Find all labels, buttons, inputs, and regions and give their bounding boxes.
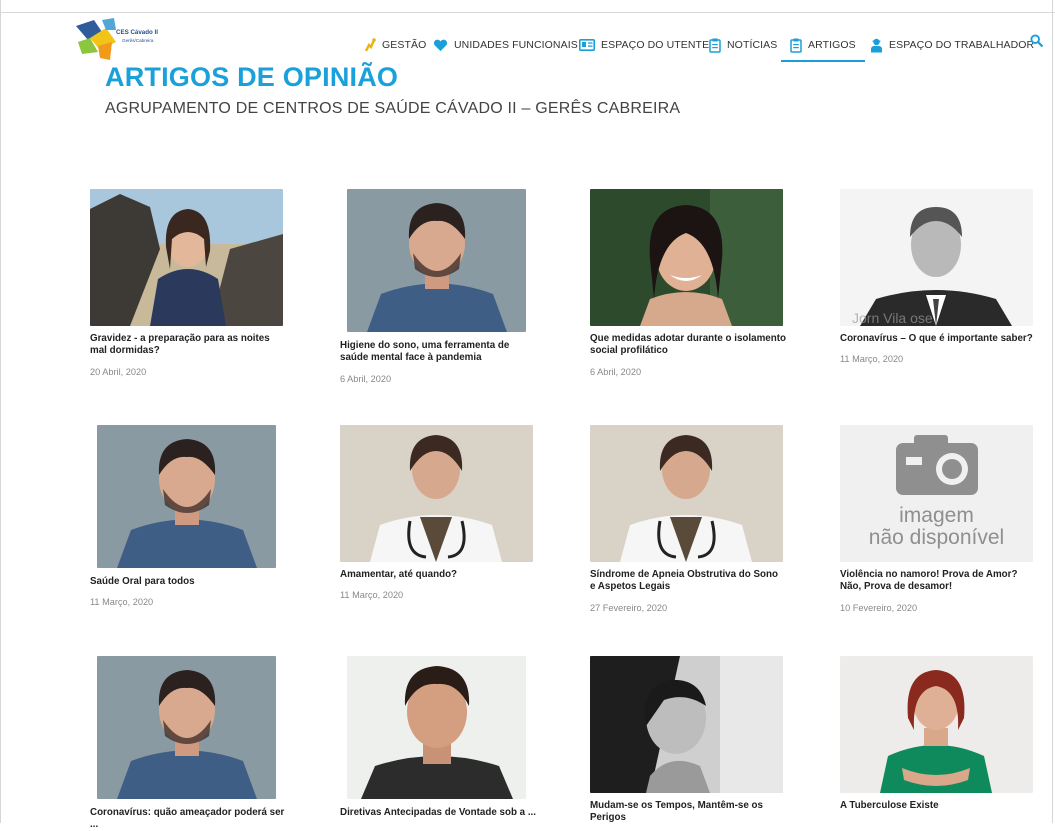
article-date: 20 Abril, 2020 [90,367,147,377]
placeholder-line2: não disponível [868,526,1005,549]
site-logo[interactable]: CES Cávado II Gerês/Cabreira [72,16,172,62]
placeholder-line1: imagem [899,504,974,527]
article-thumbnail[interactable] [840,656,1033,793]
nav-item-espaco-do-utente[interactable]: ESPAÇO DO UTENTE [579,30,709,60]
nav-label: UNIDADES FUNCIONAIS [454,39,578,51]
page-title: ARTIGOS DE OPINIÃO [105,62,399,92]
search-icon [1030,34,1043,47]
id-card-icon [579,39,595,51]
article-title[interactable]: Síndrome de Apneia Obstrutiva do Sono e … [590,569,786,593]
nav-item-unidades-funcionais[interactable]: UNIDADES FUNCIONAIS [433,30,578,60]
article-thumbnail[interactable] [90,189,283,326]
nav-label: GESTÃO [382,39,427,51]
nav-item-noticias[interactable]: NOTÍCIAS [709,30,777,60]
article-thumbnail[interactable] [347,189,526,332]
article-thumbnail[interactable] [340,425,533,562]
article-title[interactable]: Higiene do sono, uma ferramenta de saúde… [340,340,536,364]
main-nav: GESTÃO UNIDADES FUNCIONAIS ESPAÇO DO UTE… [360,30,1055,62]
article-thumbnail[interactable] [590,189,783,326]
nav-label: ESPAÇO DO UTENTE [601,39,710,51]
worker-icon [871,38,882,52]
logo-line2: Gerês/Cabreira [122,38,154,43]
search-button[interactable] [1030,34,1043,52]
article-title[interactable]: Mudam-se os Tempos, Mantêm-se os Perigos [590,800,786,824]
article-title[interactable]: Coronavírus – O que é importante saber? [840,333,1036,345]
page-subtitle: AGRUPAMENTO DE CENTROS DE SAÚDE CÁVADO I… [105,100,681,117]
nav-label: NOTÍCIAS [727,39,778,51]
article-title[interactable]: Coronavírus: quão ameaçador poderá ser .… [90,807,286,831]
article-date: 6 Abril, 2020 [590,367,642,377]
article-thumbnail[interactable] [347,656,526,799]
placeholder-text: imagem não disponível [840,505,1033,549]
nav-item-espaco-do-trabalhador[interactable]: ESPAÇO DO TRABALHADOR [870,30,1034,60]
article-date: 11 Março, 2020 [840,354,904,364]
article-title[interactable]: A Tuberculose Existe [840,800,1036,812]
svg-text:Jorn Vila ose: Jorn Vila ose [852,310,933,326]
article-thumbnail[interactable] [590,425,783,562]
article-title[interactable]: Saúde Oral para todos [90,576,286,588]
article-title[interactable]: Violência no namoro! Prova de Amor? Não,… [840,569,1036,593]
article-date: 10 Fevereiro, 2020 [840,603,918,613]
clipboard-icon [709,38,721,53]
article-date: 27 Fevereiro, 2020 [590,603,668,613]
article-thumbnail[interactable] [97,425,276,568]
nav-item-gestao[interactable]: GESTÃO [364,30,426,60]
article-date: 11 Março, 2020 [90,597,154,607]
nav-item-artigos[interactable]: ARTIGOS [781,30,865,62]
clipboard-icon [790,38,802,53]
article-thumbnail[interactable] [97,656,276,799]
article-title[interactable]: Amamentar, até quando? [340,569,536,581]
nav-label: ARTIGOS [808,39,856,51]
article-thumbnail[interactable] [590,656,783,793]
article-title[interactable]: Que medidas adotar durante o isolamento … [590,333,786,357]
nav-label: ESPAÇO DO TRABALHADOR [889,39,1035,51]
logo-line1: CES Cávado II [116,29,158,36]
top-divider [0,12,1055,13]
article-title[interactable]: Diretivas Antecipadas de Vontade sob a .… [340,807,536,819]
article-date: 11 Março, 2020 [340,590,404,600]
article-thumbnail[interactable]: Jorn Vila ose [840,189,1033,326]
article-title[interactable]: Gravidez - a preparação para as noites m… [90,333,286,357]
article-thumbnail[interactable]: imagem não disponível [840,425,1033,562]
article-date: 6 Abril, 2020 [340,374,392,384]
chart-icon [364,38,376,52]
heart-icon [433,39,448,51]
logo-mark: CES Cávado II Gerês/Cabreira [76,18,158,60]
